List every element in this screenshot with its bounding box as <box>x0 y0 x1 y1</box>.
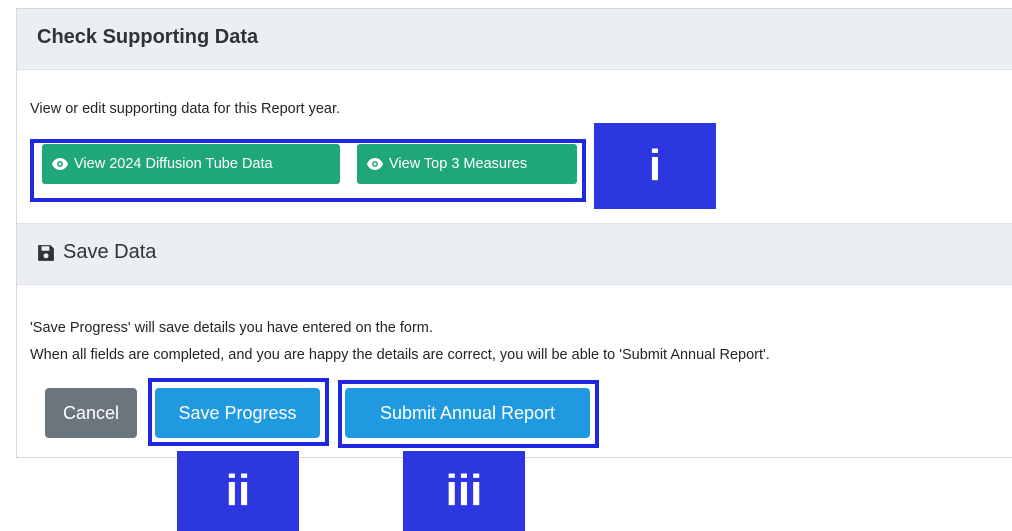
floppy-disk-icon <box>38 244 54 261</box>
save-data-header: Save Data <box>17 223 1012 285</box>
save-progress-note: 'Save Progress' will save details you ha… <box>30 320 433 336</box>
callout-badge-ii: ii <box>177 451 299 531</box>
callout-badge-i: i <box>594 123 716 209</box>
callout-box-i <box>30 139 586 202</box>
supporting-description: View or edit supporting data for this Re… <box>30 101 341 117</box>
supporting-data-title: Check Supporting Data <box>37 26 259 48</box>
callout-box-iii <box>338 380 599 448</box>
save-data-title-wrap: Save Data <box>37 241 156 264</box>
callout-box-ii <box>148 378 329 446</box>
submit-report-note: When all fields are completed, and you a… <box>30 347 770 363</box>
cancel-button[interactable]: Cancel <box>45 388 137 438</box>
save-data-title: Save Data <box>63 241 157 263</box>
supporting-data-header: Check Supporting Data <box>17 9 1012 70</box>
callout-badge-iii: iii <box>403 451 525 531</box>
